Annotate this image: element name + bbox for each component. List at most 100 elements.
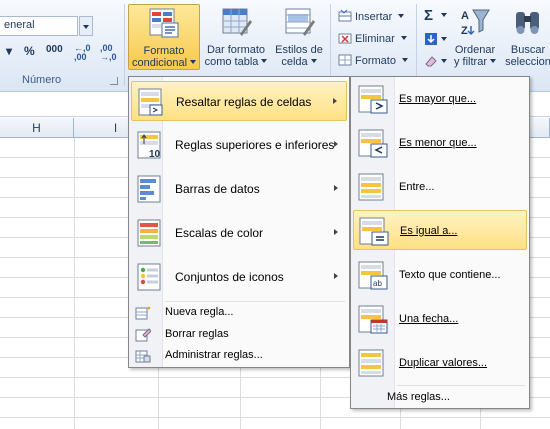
number-format-dropdown-button[interactable] <box>79 16 93 36</box>
percent-style-button[interactable]: % <box>24 44 35 62</box>
column-header-h[interactable]: H <box>0 118 74 138</box>
less-than-icon <box>357 127 389 159</box>
menu-separator <box>397 385 525 386</box>
submenu-item-label: Entre... <box>399 181 435 193</box>
find-select-label-1: Buscar <box>510 44 546 56</box>
submenu-item-between[interactable]: Entre... <box>353 167 527 207</box>
delete-label: Eliminar <box>355 33 395 45</box>
menu-item-label: Resaltar reglas de celdas <box>176 95 312 109</box>
menu-item-label: Borrar reglas <box>165 328 229 340</box>
between-icon <box>357 171 389 203</box>
insert-label: Insertar <box>355 11 393 23</box>
color-scales-icon <box>137 218 163 248</box>
menu-item-label: Nueva regla... <box>165 306 234 318</box>
cell-styles-button[interactable]: Estilos de celda <box>272 4 326 70</box>
increase-decimals-button[interactable]: ←,0 ,00 <box>74 44 98 62</box>
submenu-item-label: Una fecha... <box>399 313 459 325</box>
data-bars-icon <box>137 174 163 204</box>
fill-dropdown[interactable] <box>438 30 447 50</box>
submenu-item-date[interactable]: Una fecha... <box>353 299 527 339</box>
find-select-label-2: seleccion <box>505 56 550 68</box>
delete-icon <box>338 31 352 45</box>
clear-dropdown[interactable] <box>438 52 447 72</box>
sort-filter-button[interactable]: A Z Ordenar y filtrar <box>452 4 498 70</box>
menu-item-data-bars[interactable]: Barras de datos <box>131 169 347 209</box>
menu-item-label: Conjuntos de iconos <box>175 270 284 284</box>
submenu-item-less-than[interactable]: Es menor que... <box>353 123 527 163</box>
conditional-format-menu: Resaltar reglas de celdas 10 Reglas supe… <box>128 76 350 368</box>
format-cells-button[interactable]: Formato <box>338 51 408 71</box>
group-separator <box>416 4 417 86</box>
highlight-cells-icon <box>138 87 164 117</box>
menu-item-icon-sets[interactable]: Conjuntos de iconos <box>131 257 347 297</box>
equal-to-icon <box>358 215 390 247</box>
group-separator <box>124 4 125 86</box>
submenu-item-greater-than[interactable]: Es mayor que... <box>353 79 527 119</box>
greater-than-icon <box>357 83 389 115</box>
insert-icon <box>338 9 352 23</box>
highlight-cells-submenu: Es mayor que... Es menor que... Entre...… <box>350 76 530 409</box>
autosum-dropdown[interactable] <box>438 6 447 26</box>
group-separator <box>330 4 331 86</box>
menu-item-new-rule[interactable]: Nueva regla... <box>131 303 347 323</box>
insert-button[interactable]: Insertar <box>338 7 404 27</box>
submenu-arrow-icon <box>334 229 341 235</box>
submenu-item-label: Texto que contiene... <box>399 269 501 281</box>
autosum-icon[interactable]: Σ <box>424 6 433 26</box>
svg-text:A: A <box>461 10 469 22</box>
number-format-select[interactable]: eneral <box>0 16 78 36</box>
fill-down-icon <box>424 32 438 46</box>
number-group-label: Número <box>22 74 62 86</box>
sort-filter-label-2: y filtrar <box>452 56 498 68</box>
top-bottom-icon: 10 <box>137 130 163 160</box>
submenu-item-label: Es menor que... <box>399 137 477 149</box>
format-cells-label: Formato <box>355 55 396 67</box>
menu-item-label: Administrar reglas... <box>165 349 263 361</box>
submenu-item-equal-to[interactable]: Es igual a... <box>353 210 527 250</box>
sort-filter-icon: A Z <box>459 6 491 38</box>
submenu-item-label: Más reglas... <box>387 391 450 403</box>
find-select-button[interactable]: Buscar seleccion <box>502 4 550 70</box>
menu-item-manage-rules[interactable]: Administrar reglas... <box>131 346 347 366</box>
submenu-item-label: Es igual a... <box>400 225 458 237</box>
grid-line <box>74 138 75 429</box>
text-contains-icon: ab <box>357 259 389 291</box>
format-cells-icon <box>338 53 352 67</box>
submenu-arrow-icon <box>333 98 340 104</box>
submenu-item-text-contains[interactable]: ab Texto que contiene... <box>353 255 527 295</box>
menu-item-color-scales[interactable]: Escalas de color <box>131 213 347 253</box>
submenu-arrow-icon <box>334 273 341 279</box>
number-group-launcher[interactable] <box>110 77 118 85</box>
submenu-item-duplicate-values[interactable]: Duplicar valores... <box>353 343 527 383</box>
cell-styles-icon <box>283 6 315 38</box>
thousands-separator-button[interactable]: 000 <box>46 44 63 62</box>
submenu-item-label: Es mayor que... <box>399 93 477 105</box>
format-as-table-button[interactable]: Dar formato como tabla <box>202 4 270 70</box>
format-as-table-icon <box>220 6 252 38</box>
menu-item-top-bottom-rules[interactable]: 10 Reglas superiores e inferiores <box>131 125 347 165</box>
menu-item-clear-rules[interactable]: Borrar reglas <box>131 325 347 345</box>
menu-item-label: Escalas de color <box>175 226 264 240</box>
submenu-arrow-icon <box>334 185 341 191</box>
submenu-item-more-rules[interactable]: Más reglas... <box>353 388 527 408</box>
duplicate-values-icon <box>357 347 389 379</box>
format-as-table-label-2: como tabla <box>202 56 270 68</box>
sort-filter-label-1: Ordenar <box>454 44 496 56</box>
menu-item-highlight-cell-rules[interactable]: Resaltar reglas de celdas <box>131 81 347 121</box>
currency-format-arrow[interactable]: ▾ <box>6 44 12 62</box>
icon-sets-icon <box>137 262 163 292</box>
format-as-table-label-1: Dar formato <box>206 44 266 56</box>
conditional-format-button[interactable]: Formato condicional <box>128 4 200 70</box>
calendar-icon <box>357 303 389 335</box>
cell-styles-label-2: celda <box>272 56 326 68</box>
menu-item-label: Reglas superiores e inferiores <box>175 138 335 152</box>
menu-separator <box>165 301 345 302</box>
conditional-format-label-1: Formato <box>143 45 185 57</box>
decrease-decimals-button[interactable]: ,00 →,0 <box>100 44 124 62</box>
conditional-format-icon <box>148 7 180 39</box>
svg-text:ab: ab <box>373 279 382 288</box>
cell-styles-label-1: Estilos de <box>275 44 323 56</box>
delete-button[interactable]: Eliminar <box>338 29 407 49</box>
svg-text:10: 10 <box>149 149 161 160</box>
binoculars-icon <box>512 6 544 38</box>
